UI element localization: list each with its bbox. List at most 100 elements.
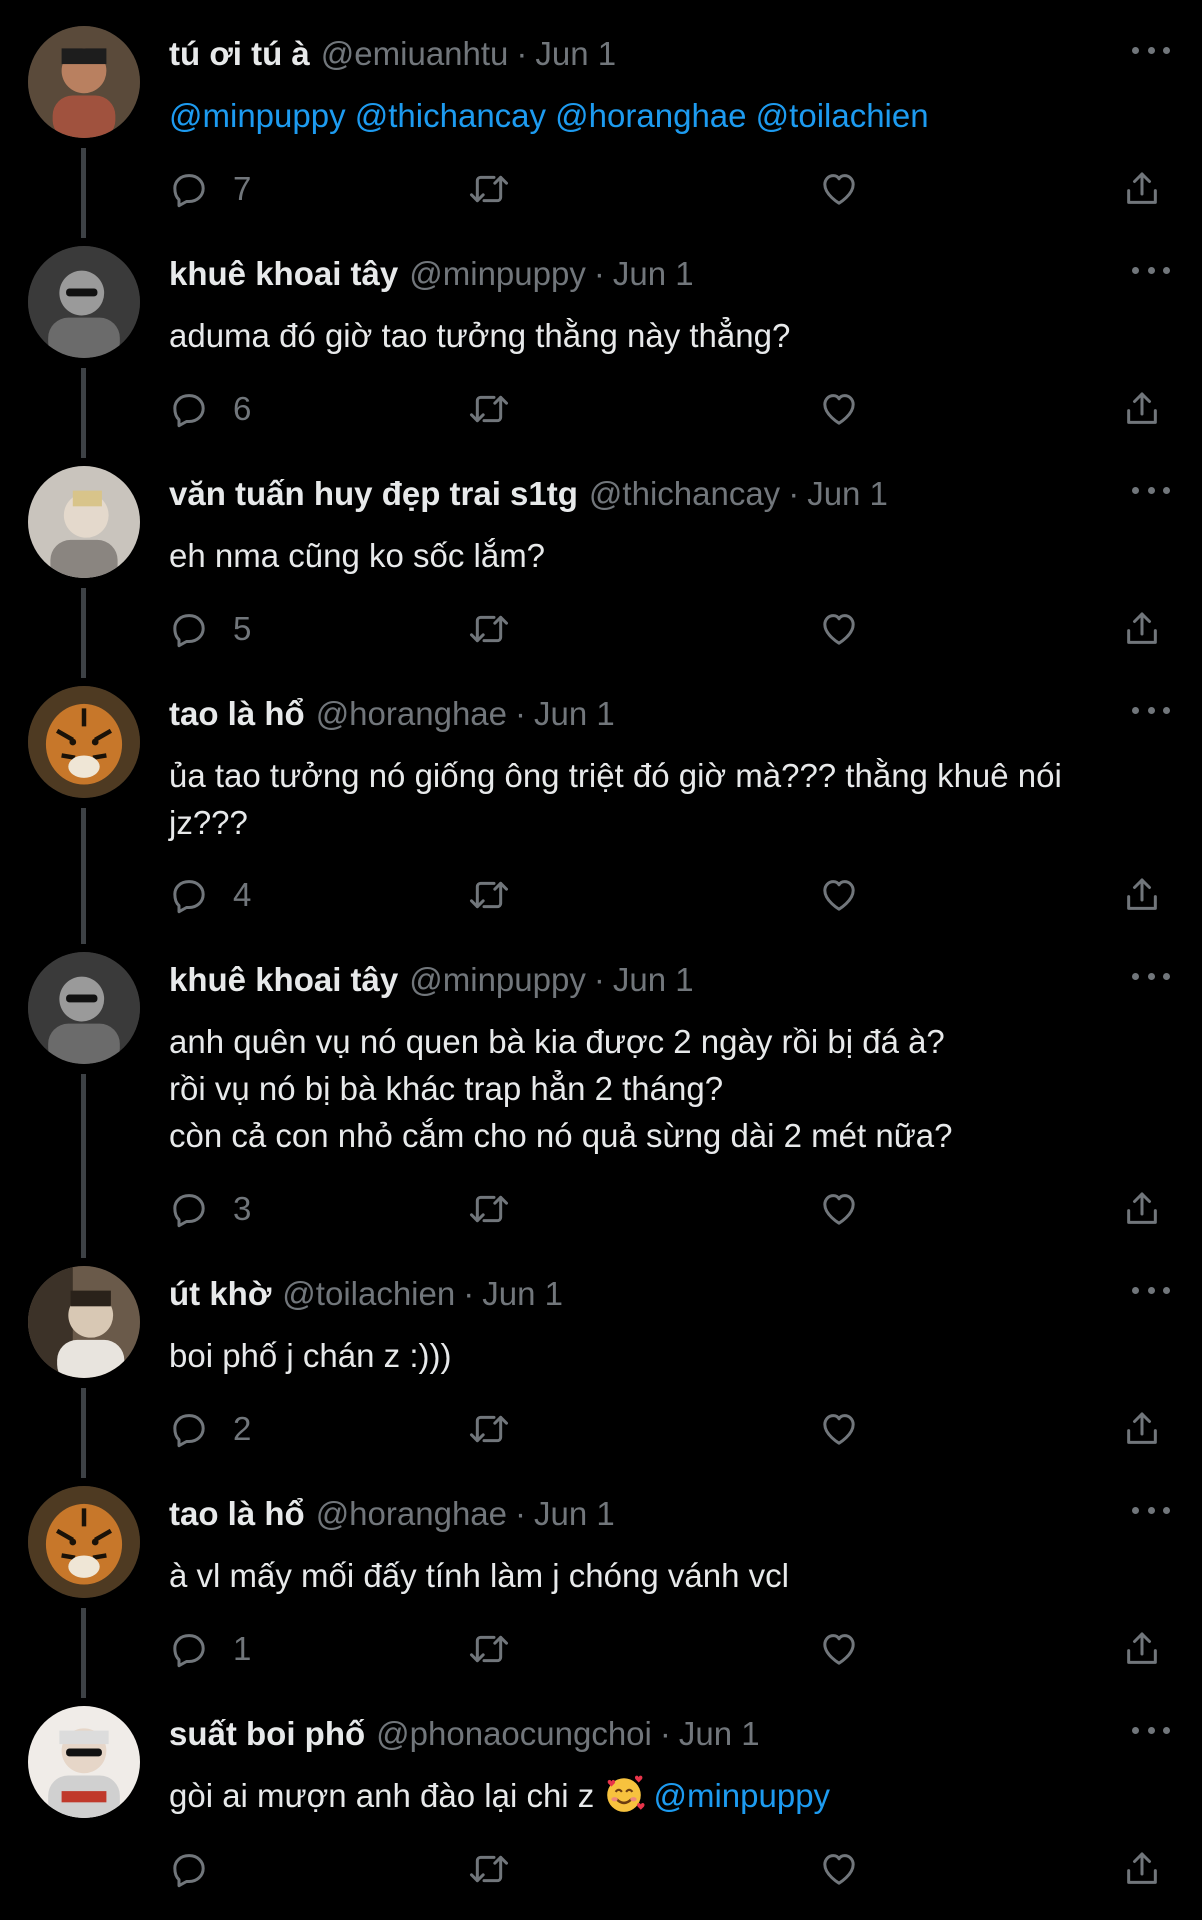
share-button[interactable] xyxy=(1122,1404,1162,1454)
retweet-icon xyxy=(470,1855,508,1883)
user-handle[interactable]: @minpuppy xyxy=(409,255,586,293)
reply-button[interactable]: 7 xyxy=(169,164,251,214)
tweet-date[interactable]: Jun 1 xyxy=(679,1715,760,1753)
display-name[interactable]: suất boi phố xyxy=(169,1715,365,1753)
user-handle[interactable]: @minpuppy xyxy=(409,961,586,999)
like-button[interactable] xyxy=(819,164,859,214)
like-button[interactable] xyxy=(819,384,859,434)
mention-link[interactable]: @minpuppy xyxy=(653,1777,830,1814)
retweet-icon xyxy=(470,1195,508,1223)
separator-dot: · xyxy=(463,1275,475,1312)
display-name[interactable]: tao là hổ xyxy=(169,695,305,733)
tweet-date[interactable]: Jun 1 xyxy=(535,35,616,73)
retweet-button[interactable] xyxy=(469,1184,509,1234)
reply-button[interactable]: 5 xyxy=(169,604,251,654)
share-icon xyxy=(1127,878,1157,910)
tweet[interactable]: suất boi phố @phonaocungchoi · Jun 1 gòi… xyxy=(0,1680,1202,1920)
display-name[interactable]: tú ơi tú à xyxy=(169,35,310,73)
retweet-button[interactable] xyxy=(469,384,509,434)
thread-line xyxy=(81,808,86,944)
mention-links[interactable]: @minpuppy @thichancay @horanghae @toilac… xyxy=(169,97,929,134)
tweet[interactable]: khuê khoai tây @minpuppy · Jun 1 anh quê… xyxy=(0,926,1202,1258)
share-button[interactable] xyxy=(1122,164,1162,214)
retweet-icon xyxy=(470,395,508,423)
action-bar: 2 xyxy=(169,1404,1169,1454)
avatar[interactable] xyxy=(28,1266,140,1378)
share-button[interactable] xyxy=(1122,1624,1162,1674)
user-handle[interactable]: @phonaocungchoi xyxy=(376,1715,652,1753)
user-handle[interactable]: @emiuanhtu xyxy=(321,35,509,73)
retweet-button[interactable] xyxy=(469,1844,509,1894)
tweet-text: boi phố j chán z :))) xyxy=(169,1332,1159,1379)
tweet-date[interactable]: Jun 1 xyxy=(482,1275,563,1313)
user-handle[interactable]: @horanghae xyxy=(316,695,507,733)
reply-button[interactable]: 1 xyxy=(169,1624,251,1674)
reply-button[interactable]: 2 xyxy=(169,1404,251,1454)
like-button[interactable] xyxy=(819,1624,859,1674)
tweet[interactable]: tao là hổ @horanghae · Jun 1 ủa tao tưởn… xyxy=(0,660,1202,944)
share-button[interactable] xyxy=(1122,604,1162,654)
avatar[interactable] xyxy=(28,1486,140,1598)
user-handle[interactable]: @toilachien xyxy=(282,1275,455,1313)
reply-button[interactable]: 4 xyxy=(169,870,251,920)
heart-icon xyxy=(823,174,855,205)
more-options-icon[interactable] xyxy=(1132,698,1170,722)
tweet[interactable]: khuê khoai tây @minpuppy · Jun 1 aduma đ… xyxy=(0,220,1202,458)
share-button[interactable] xyxy=(1122,384,1162,434)
tweet-text: à vl mấy mối đấy tính làm j chóng vánh v… xyxy=(169,1552,1159,1599)
user-handle[interactable]: @thichancay xyxy=(589,475,780,513)
share-button[interactable] xyxy=(1122,1184,1162,1234)
avatar[interactable] xyxy=(28,246,140,358)
display-name[interactable]: tao là hổ xyxy=(169,1495,305,1533)
reply-button[interactable]: 6 xyxy=(169,384,251,434)
retweet-button[interactable] xyxy=(469,604,509,654)
tweet[interactable]: út khờ @toilachien · Jun 1 boi phố j chá… xyxy=(0,1240,1202,1478)
retweet-button[interactable] xyxy=(469,164,509,214)
reply-button[interactable]: 3 xyxy=(169,1184,251,1234)
retweet-button[interactable] xyxy=(469,870,509,920)
display-name[interactable]: khuê khoai tây xyxy=(169,961,398,999)
like-button[interactable] xyxy=(819,870,859,920)
avatar[interactable] xyxy=(28,466,140,578)
heart-icon xyxy=(823,1854,855,1885)
action-bar xyxy=(169,1844,1169,1894)
tweet[interactable]: tú ơi tú à @emiuanhtu · Jun 1 @minpuppy … xyxy=(0,0,1202,238)
like-button[interactable] xyxy=(819,604,859,654)
avatar[interactable] xyxy=(28,26,140,138)
share-icon xyxy=(1127,172,1157,204)
more-options-icon[interactable] xyxy=(1132,1498,1170,1522)
more-options-icon[interactable] xyxy=(1132,1718,1170,1742)
more-options-icon[interactable] xyxy=(1132,258,1170,282)
more-options-icon[interactable] xyxy=(1132,38,1170,62)
avatar[interactable] xyxy=(28,952,140,1064)
avatar[interactable] xyxy=(28,686,140,798)
tweet[interactable]: văn tuấn huy đẹp trai s1tg @thichancay ·… xyxy=(0,440,1202,678)
tweet-header: tú ơi tú à @emiuanhtu · Jun 1 xyxy=(169,32,616,76)
tweet-date[interactable]: Jun 1 xyxy=(613,961,694,999)
reply-button[interactable] xyxy=(169,1844,209,1894)
user-handle[interactable]: @horanghae xyxy=(316,1495,507,1533)
tweet-date[interactable]: Jun 1 xyxy=(613,255,694,293)
display-name[interactable]: khuê khoai tây xyxy=(169,255,398,293)
more-options-icon[interactable] xyxy=(1132,478,1170,502)
retweet-button[interactable] xyxy=(469,1404,509,1454)
like-button[interactable] xyxy=(819,1844,859,1894)
tweet-date[interactable]: Jun 1 xyxy=(534,695,615,733)
like-button[interactable] xyxy=(819,1184,859,1234)
tweet[interactable]: tao là hổ @horanghae · Jun 1 à vl mấy mố… xyxy=(0,1460,1202,1698)
share-button[interactable] xyxy=(1122,1844,1162,1894)
like-button[interactable] xyxy=(819,1404,859,1454)
display-name[interactable]: văn tuấn huy đẹp trai s1tg xyxy=(169,475,578,513)
more-options-icon[interactable] xyxy=(1132,1278,1170,1302)
avatar[interactable] xyxy=(28,1706,140,1818)
retweet-button[interactable] xyxy=(469,1624,509,1674)
tweet-header: tao là hổ @horanghae · Jun 1 xyxy=(169,692,615,736)
share-button[interactable] xyxy=(1122,870,1162,920)
tweet-date[interactable]: Jun 1 xyxy=(807,475,888,513)
reply-thread: tú ơi tú à @emiuanhtu · Jun 1 @minpuppy … xyxy=(0,0,1202,1920)
display-name[interactable]: út khờ xyxy=(169,1275,271,1313)
tweet-date[interactable]: Jun 1 xyxy=(534,1495,615,1533)
retweet-icon xyxy=(470,1635,508,1663)
more-options-icon[interactable] xyxy=(1132,964,1170,988)
share-icon xyxy=(1127,1412,1157,1444)
